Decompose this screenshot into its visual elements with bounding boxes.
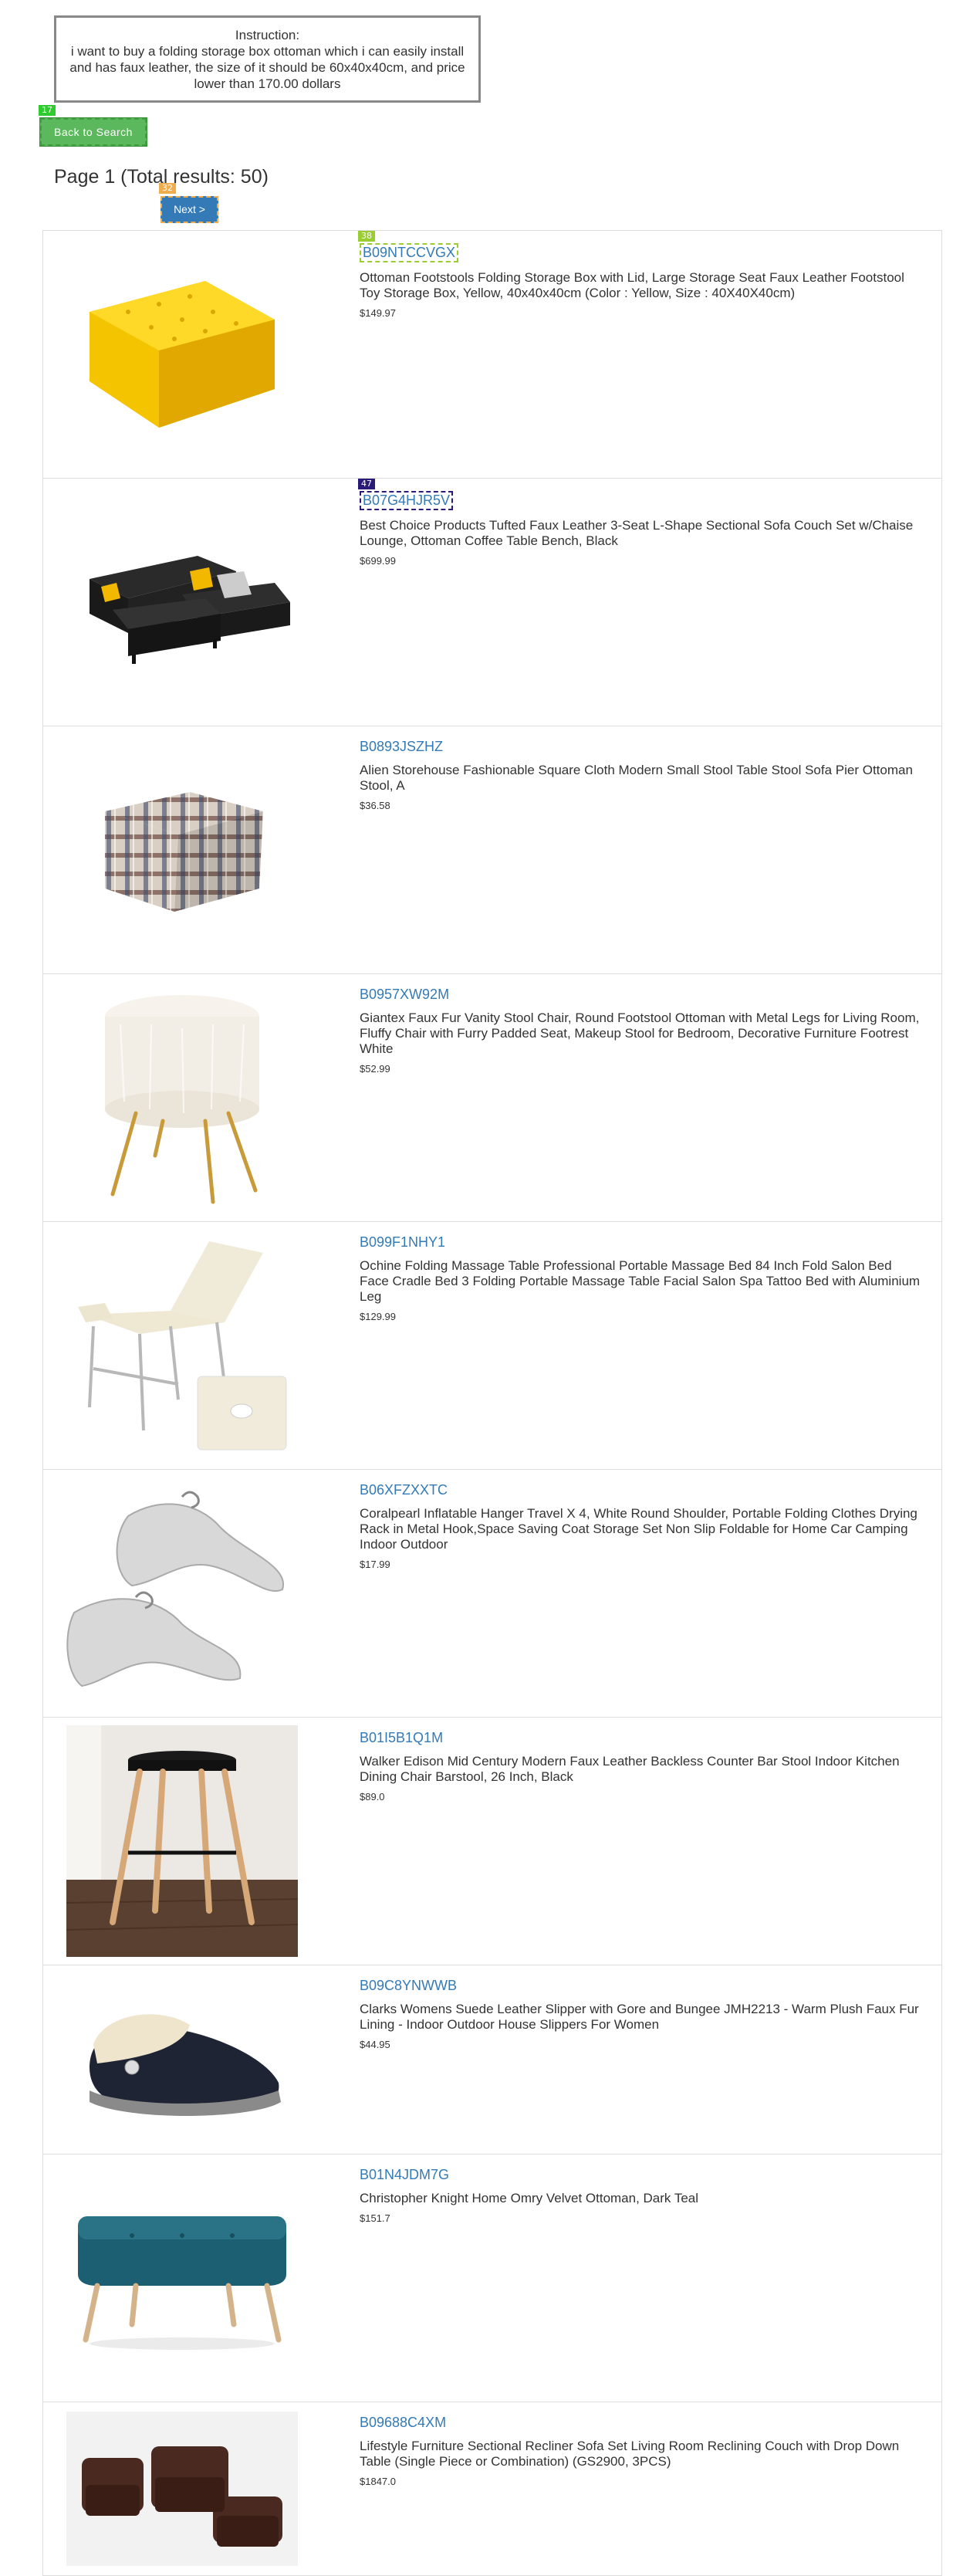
product-image-fur-stool[interactable] [66, 986, 298, 1210]
product-image-plaid-stool[interactable] [66, 738, 298, 962]
product-asin-link[interactable]: B09C8YNWWB [360, 1978, 457, 1994]
product-price: $129.99 [360, 1311, 396, 1322]
product-price: $17.99 [360, 1559, 390, 1570]
result-row: B09C8YNWWB Clarks Womens Suede Leather S… [42, 1965, 942, 2155]
product-price: $36.58 [360, 800, 390, 811]
product-price: $52.99 [360, 1063, 390, 1075]
product-title: Coralpearl Inflatable Hanger Travel X 4,… [360, 1506, 917, 1552]
result-row: B09688C4XM Lifestyle Furniture Sectional… [42, 2402, 942, 2576]
product-asin-link[interactable]: B0893JSZHZ [360, 739, 443, 755]
product-price: $151.7 [360, 2212, 390, 2224]
product-image-recliner-set[interactable] [66, 2412, 298, 2566]
product-asin-link[interactable]: B01N4JDM7G [360, 2167, 449, 2183]
product-title: Giantex Faux Fur Vanity Stool Chair, Rou… [360, 1010, 920, 1056]
product-price: $89.0 [360, 1791, 385, 1803]
product-asin-link[interactable]: B01I5B1Q1M [360, 1730, 443, 1746]
product-price: $149.97 [360, 307, 396, 319]
result-row: 38 B09NTCCVGX Ottoman Footstools Folding… [42, 231, 942, 479]
product-badge: 47 [358, 479, 375, 489]
product-image-bar-stool[interactable] [66, 1725, 298, 1957]
product-image-yellow-ottoman[interactable] [66, 242, 298, 466]
product-asin-link[interactable]: B07G4HJR5V [360, 491, 454, 510]
next-page-button[interactable]: Next > [161, 196, 218, 223]
product-title: Ottoman Footstools Folding Storage Box w… [360, 270, 904, 300]
product-badge: 38 [358, 231, 375, 242]
result-row: B01I5B1Q1M Walker Edison Mid Century Mod… [42, 1718, 942, 1965]
product-title: Christopher Knight Home Omry Velvet Otto… [360, 2191, 699, 2205]
result-row: B06XFZXXTC Coralpearl Inflatable Hanger … [42, 1470, 942, 1718]
product-title: Alien Storehouse Fashionable Square Clot… [360, 763, 913, 793]
product-price: $44.95 [360, 2039, 390, 2050]
back-to-search-button[interactable]: Back to Search [39, 117, 147, 147]
product-title: Clarks Womens Suede Leather Slipper with… [360, 2002, 919, 2032]
product-asin-link[interactable]: B0957XW92M [360, 987, 449, 1003]
product-title: Best Choice Products Tufted Faux Leather… [360, 518, 914, 548]
product-price: $699.99 [360, 555, 396, 567]
product-asin-link[interactable]: B09NTCCVGX [360, 243, 459, 262]
next-button-badge: 32 [159, 183, 176, 194]
result-row: B0893JSZHZ Alien Storehouse Fashionable … [42, 726, 942, 974]
product-title: Walker Edison Mid Century Modern Faux Le… [360, 1754, 900, 1784]
result-row: B099F1NHY1 Ochine Folding Massage Table … [42, 1222, 942, 1470]
product-image-black-sofa[interactable] [66, 490, 298, 714]
product-asin-link[interactable]: B099F1NHY1 [360, 1234, 445, 1251]
product-title: Ochine Folding Massage Table Professiona… [360, 1258, 921, 1304]
product-asin-link[interactable]: B09688C4XM [360, 2415, 446, 2431]
instruction-text: i want to buy a folding storage box otto… [69, 44, 465, 91]
result-row: B01N4JDM7G Christopher Knight Home Omry … [42, 2155, 942, 2402]
product-price: $1847.0 [360, 2476, 396, 2487]
product-title: Lifestyle Furniture Sectional Recliner S… [360, 2439, 900, 2469]
results-list: 38 B09NTCCVGX Ottoman Footstools Folding… [42, 230, 942, 2576]
result-row: B0957XW92M Giantex Faux Fur Vanity Stool… [42, 974, 942, 1222]
product-image-inflatable-hangers[interactable] [66, 1481, 298, 1705]
product-image-teal-ottoman[interactable] [66, 2166, 298, 2390]
product-asin-link[interactable]: B06XFZXXTC [360, 1482, 448, 1498]
product-image-slipper[interactable] [66, 1975, 298, 2144]
back-button-badge: 17 [39, 105, 56, 116]
result-row: 47 B07G4HJR5V Best Choice Products Tufte… [42, 479, 942, 726]
instruction-heading: Instruction: [235, 28, 300, 42]
instruction-box: Instruction: i want to buy a folding sto… [54, 15, 481, 103]
product-image-massage-table[interactable] [66, 1234, 298, 1457]
